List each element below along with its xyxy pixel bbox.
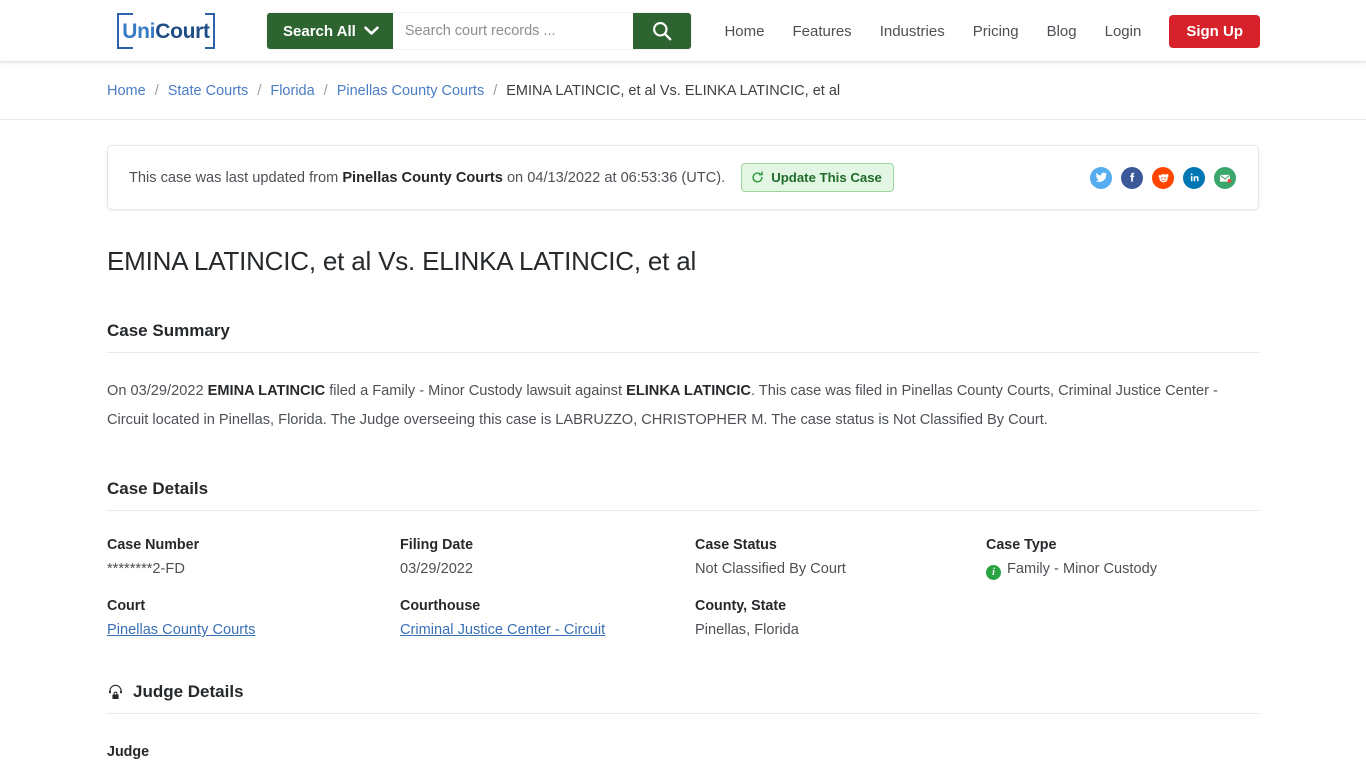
- breadcrumb: Home / State Courts / Florida / Pinellas…: [0, 62, 1366, 120]
- breadcrumb-item-pinellas-county-courts[interactable]: Pinellas County Courts: [337, 83, 485, 99]
- nav-link-features[interactable]: Features: [778, 23, 865, 40]
- search-input[interactable]: [392, 13, 633, 49]
- section-heading-case-details: Case Details: [107, 479, 1259, 511]
- nav-link-pricing[interactable]: Pricing: [959, 23, 1033, 40]
- detail-field-filing-date: Filing Date 03/29/2022: [400, 537, 695, 578]
- unicourt-logo[interactable]: UniCourt: [110, 11, 222, 51]
- search-submit-button[interactable]: [632, 13, 691, 49]
- last-updated-source: Pinellas County Courts: [342, 169, 503, 186]
- breadcrumb-separator: /: [154, 82, 159, 99]
- main-navigation: Home Features Industries Pricing Blog Lo…: [710, 0, 1260, 62]
- detail-label-filing-date: Filing Date: [400, 537, 474, 553]
- search-bar: Search All: [267, 13, 691, 49]
- summary-plaintiff: EMINA LATINCIC: [207, 383, 326, 399]
- reddit-icon[interactable]: [1152, 166, 1174, 189]
- last-updated-prefix: This case was last updated from: [129, 169, 343, 186]
- search-scope-label: Search All: [283, 22, 356, 40]
- detail-label-courthouse: Courthouse: [400, 598, 481, 614]
- info-icon: i: [986, 565, 1001, 580]
- section-heading-judge-details: Judge Details: [107, 682, 1259, 714]
- update-this-case-button[interactable]: Update This Case: [741, 163, 894, 192]
- linkedin-icon[interactable]: [1183, 166, 1205, 189]
- breadcrumb-item-state-courts[interactable]: State Courts: [168, 83, 249, 99]
- judge-icon: [108, 684, 123, 699]
- detail-value-filing-date: 03/29/2022: [400, 561, 474, 577]
- site-header: UniCourt Search All Home Features Indust…: [0, 0, 1366, 62]
- refresh-icon: [752, 171, 763, 183]
- nav-link-home[interactable]: Home: [710, 23, 778, 40]
- detail-value-case-number: ********2-FD: [107, 561, 185, 577]
- email-icon[interactable]: [1214, 166, 1236, 189]
- breadcrumb-separator: /: [323, 82, 328, 99]
- courthouse-link[interactable]: Criminal Justice Center - Circuit: [400, 622, 605, 638]
- last-updated-text: This case was last updated from Pinellas…: [129, 170, 725, 186]
- detail-label-county-state: County, State: [695, 598, 787, 614]
- nav-link-industries[interactable]: Industries: [866, 23, 959, 40]
- breadcrumb-separator: /: [257, 82, 262, 99]
- breadcrumb-separator: /: [493, 82, 498, 99]
- logo-text-court: Court: [155, 19, 210, 43]
- last-updated-at: at: [600, 169, 621, 186]
- judge-details-heading-label: Judge Details: [133, 682, 244, 701]
- detail-field-case-number: Case Number ********2-FD: [107, 537, 400, 578]
- detail-value-case-type-row: i Family - Minor Custody: [986, 561, 1259, 580]
- share-buttons: [1090, 166, 1236, 189]
- facebook-icon[interactable]: [1121, 166, 1143, 189]
- case-details-heading-label: Case Details: [107, 479, 209, 498]
- detail-field-empty: [986, 598, 1259, 638]
- detail-label-case-status: Case Status: [695, 537, 777, 553]
- detail-label-case-type: Case Type: [986, 537, 1057, 553]
- detail-field-case-status: Case Status Not Classified By Court: [695, 537, 986, 578]
- detail-label-court: Court: [107, 598, 146, 614]
- detail-value-court-wrap: Pinellas County Courts: [107, 622, 400, 638]
- detail-value-county-state: Pinellas, Florida: [695, 622, 799, 638]
- detail-field-county-state: County, State Pinellas, Florida: [695, 598, 986, 638]
- summary-part-2: filed a Family - Minor Custody lawsuit a…: [325, 383, 627, 399]
- breadcrumb-item-florida[interactable]: Florida: [270, 83, 314, 99]
- nav-link-login[interactable]: Login: [1091, 23, 1156, 40]
- breadcrumb-item-current: EMINA LATINCIC, et al Vs. ELINKA LATINCI…: [506, 82, 841, 99]
- summary-part-1: On 03/29/2022: [107, 383, 208, 399]
- detail-field-case-type: Case Type i Family - Minor Custody: [986, 537, 1259, 580]
- chevron-down-icon: [364, 26, 379, 35]
- detail-value-courthouse-wrap: Criminal Justice Center - Circuit: [400, 622, 695, 638]
- update-this-case-label: Update This Case: [771, 170, 882, 185]
- logo-text-uni: Uni: [122, 19, 156, 43]
- sign-up-button[interactable]: Sign Up: [1169, 14, 1260, 48]
- nav-link-blog[interactable]: Blog: [1033, 23, 1091, 40]
- page-title: EMINA LATINCIC, et al Vs. ELINKA LATINCI…: [107, 246, 697, 276]
- detail-value-case-type: Family - Minor Custody: [1007, 561, 1158, 577]
- breadcrumb-item-home[interactable]: Home: [107, 83, 146, 99]
- summary-defendant: ELINKA LATINCIC: [626, 383, 751, 399]
- court-link[interactable]: Pinellas County Courts: [107, 622, 255, 638]
- case-details-grid: Case Number ********2-FD Filing Date 03/…: [107, 537, 1259, 638]
- search-icon: [652, 22, 672, 41]
- detail-field-courthouse: Courthouse Criminal Justice Center - Cir…: [400, 598, 695, 638]
- last-updated-time: 06:53:36 (UTC).: [620, 169, 726, 186]
- twitter-icon[interactable]: [1090, 166, 1112, 189]
- case-summary-text: On 03/29/2022 EMINA LATINCIC filed a Fam…: [107, 377, 1242, 435]
- detail-field-court: Court Pinellas County Courts: [107, 598, 400, 638]
- detail-label-case-number: Case Number: [107, 537, 200, 553]
- detail-value-case-status: Not Classified By Court: [695, 561, 846, 577]
- search-scope-dropdown[interactable]: Search All: [267, 13, 393, 49]
- section-heading-case-summary: Case Summary: [107, 321, 1259, 353]
- main-content: This case was last updated from Pinellas…: [0, 145, 1366, 768]
- last-updated-date: 04/13/2022: [527, 169, 601, 186]
- last-updated-banner: This case was last updated from Pinellas…: [107, 145, 1259, 210]
- last-updated-middle: on: [502, 169, 528, 186]
- judge-sub-label: Judge: [107, 744, 150, 760]
- case-summary-heading-label: Case Summary: [107, 321, 230, 340]
